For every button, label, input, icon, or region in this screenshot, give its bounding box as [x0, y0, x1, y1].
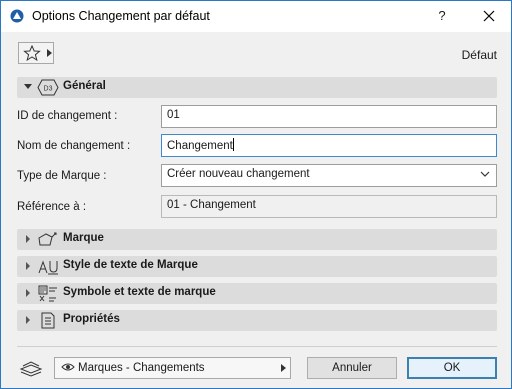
- triangle-down-icon: [24, 84, 32, 89]
- panel-general-label: Général: [63, 80, 106, 92]
- panel-marker-header[interactable]: Marque: [17, 229, 497, 250]
- layer-select-value: Marques - Changements: [78, 362, 205, 374]
- favorites-button[interactable]: [18, 42, 54, 64]
- eye-icon: [61, 363, 75, 371]
- default-favorite-label: Défaut: [461, 48, 497, 62]
- app-icon: [10, 9, 24, 23]
- ok-button[interactable]: OK: [407, 357, 497, 379]
- dialog-window: Options Changement par défaut ? Défaut D…: [0, 0, 512, 389]
- triangle-right-icon: [26, 235, 30, 243]
- reference-value: 01 - Changement: [167, 199, 256, 211]
- marker-type-value: Créer nouveau changement: [167, 168, 310, 180]
- star-icon: [23, 45, 41, 61]
- svg-text:D3: D3: [44, 86, 53, 93]
- triangle-right-icon: [47, 49, 52, 57]
- properties-icon: [41, 312, 55, 329]
- triangle-right-icon: [26, 262, 30, 270]
- change-id-value: 01: [167, 109, 180, 121]
- change-name-value: Changement: [167, 140, 233, 152]
- help-button[interactable]: ?: [427, 4, 457, 28]
- change-name-input[interactable]: Changement: [161, 134, 497, 157]
- layers-icon: [19, 361, 43, 377]
- panel-marker-label: Marque: [63, 232, 104, 244]
- chevron-down-icon: [480, 171, 490, 177]
- text-style-icon: [38, 260, 58, 275]
- panel-properties-header[interactable]: Propriétés: [17, 310, 497, 331]
- triangle-right-icon: [26, 316, 30, 324]
- title-bar: Options Changement par défaut ?: [1, 1, 511, 32]
- panel-marker-text-style-label: Style de texte de Marque: [63, 259, 198, 271]
- triangle-right-icon: [281, 364, 286, 372]
- close-button[interactable]: [473, 4, 505, 28]
- marker-type-label: Type de Marque :: [17, 170, 107, 182]
- panel-general-header[interactable]: D3 Général: [17, 77, 497, 98]
- footer-separator: [17, 346, 497, 347]
- panel-marker-text-style-header[interactable]: Style de texte de Marque: [17, 256, 497, 277]
- reference-field: 01 - Changement: [161, 195, 497, 218]
- dialog-title: Options Changement par défaut: [32, 9, 210, 23]
- marker-shape-icon: [38, 232, 57, 246]
- symbol-text-icon: [38, 285, 57, 302]
- marker-type-select[interactable]: Créer nouveau changement: [161, 164, 497, 187]
- change-id-label: ID de changement :: [17, 110, 118, 122]
- panel-symbol-text-label: Symbole et texte de marque: [63, 286, 216, 298]
- panel-properties-label: Propriétés: [63, 313, 120, 325]
- change-id-input[interactable]: 01: [161, 105, 497, 128]
- change-name-label: Nom de changement :: [17, 140, 131, 152]
- change-marker-icon: D3: [37, 79, 59, 96]
- layer-select[interactable]: Marques - Changements: [54, 357, 291, 379]
- text-caret: [232, 138, 234, 151]
- cancel-button[interactable]: Annuler: [307, 357, 397, 379]
- triangle-right-icon: [26, 289, 30, 297]
- panel-symbol-text-header[interactable]: Symbole et texte de marque: [17, 283, 497, 304]
- close-icon: [483, 10, 495, 22]
- reference-label: Référence à :: [17, 201, 87, 213]
